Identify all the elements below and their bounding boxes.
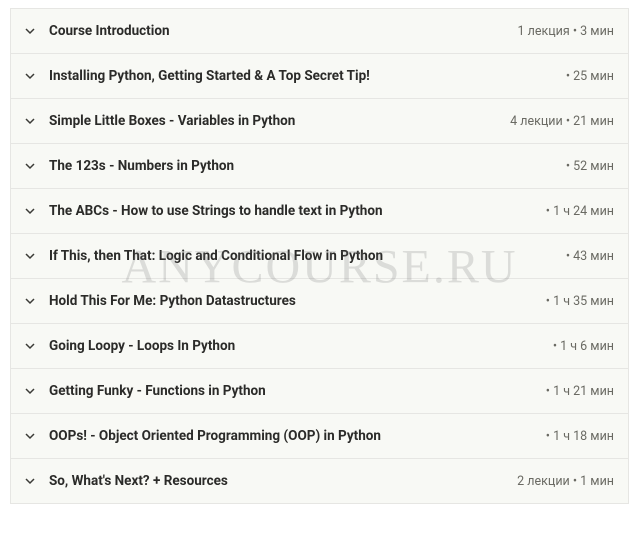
chevron-down-icon [25, 116, 35, 126]
section-title: If This, then That: Logic and Conditiona… [49, 248, 556, 264]
chevron-down-icon [25, 161, 35, 171]
section-meta: • 1 ч 35 мин [536, 294, 614, 309]
section-meta: • 43 мин [556, 249, 614, 264]
chevron-down-icon [25, 26, 35, 36]
chevron-down-icon [25, 341, 35, 351]
section-title: Going Loopy - Loops In Python [49, 338, 543, 354]
chevron-down-icon [25, 296, 35, 306]
section-row[interactable]: Going Loopy - Loops In Python • 1 ч 6 ми… [10, 323, 629, 369]
section-row[interactable]: The 123s - Numbers in Python • 52 мин [10, 143, 629, 189]
chevron-down-icon [25, 476, 35, 486]
section-title: Getting Funky - Functions in Python [49, 383, 536, 399]
chevron-down-icon [25, 251, 35, 261]
section-title: Course Introduction [49, 23, 508, 39]
section-meta: • 25 мин [556, 69, 614, 84]
section-row[interactable]: OOPs! - Object Oriented Programming (OOP… [10, 413, 629, 459]
section-title: So, What's Next? + Resources [49, 473, 507, 489]
chevron-down-icon [25, 431, 35, 441]
section-meta: • 1 ч 18 мин [536, 429, 614, 444]
section-row[interactable]: So, What's Next? + Resources 2 лекции • … [10, 458, 629, 504]
section-meta: • 1 ч 6 мин [543, 339, 614, 354]
section-row[interactable]: Getting Funky - Functions in Python • 1 … [10, 368, 629, 414]
section-meta: 4 лекции • 21 мин [500, 114, 614, 129]
section-title: The 123s - Numbers in Python [49, 158, 556, 174]
chevron-down-icon [25, 71, 35, 81]
section-row[interactable]: Course Introduction 1 лекция • 3 мин [10, 8, 629, 54]
section-row[interactable]: If This, then That: Logic and Conditiona… [10, 233, 629, 279]
section-meta: • 52 мин [556, 159, 614, 174]
section-meta: • 1 ч 24 мин [536, 204, 614, 219]
section-row[interactable]: The ABCs - How to use Strings to handle … [10, 188, 629, 234]
section-meta: • 1 ч 21 мин [536, 384, 614, 399]
section-row[interactable]: Hold This For Me: Python Datastructures … [10, 278, 629, 324]
chevron-down-icon [25, 386, 35, 396]
section-meta: 1 лекция • 3 мин [508, 24, 614, 39]
section-title: Installing Python, Getting Started & A T… [49, 68, 556, 84]
section-row[interactable]: Simple Little Boxes - Variables in Pytho… [10, 98, 629, 144]
section-meta: 2 лекции • 1 мин [507, 474, 614, 489]
section-title: Hold This For Me: Python Datastructures [49, 293, 536, 309]
section-title: Simple Little Boxes - Variables in Pytho… [49, 113, 500, 129]
section-title: OOPs! - Object Oriented Programming (OOP… [49, 428, 536, 444]
chevron-down-icon [25, 206, 35, 216]
section-title: The ABCs - How to use Strings to handle … [49, 203, 536, 219]
section-row[interactable]: Installing Python, Getting Started & A T… [10, 53, 629, 99]
course-sections: Course Introduction 1 лекция • 3 мин Ins… [0, 0, 639, 511]
